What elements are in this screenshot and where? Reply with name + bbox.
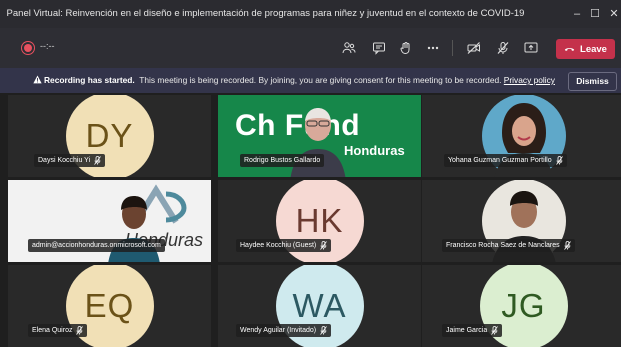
- share-screen-button[interactable]: [522, 39, 540, 57]
- toolbar-divider: [452, 40, 453, 56]
- participant-name: admin@accionhonduras.onmicrosoft.com: [32, 242, 161, 249]
- participant-name: Francisco Rocha Saez de Nanclares: [446, 242, 560, 249]
- share-icon: [524, 42, 538, 53]
- participant-name-tag: Haydee Kocchiu (Guest): [236, 239, 332, 252]
- participant-name-tag: Francisco Rocha Saez de Nanclares: [442, 239, 575, 252]
- close-window-button[interactable]: ✕: [600, 0, 621, 28]
- camera-off-icon: [467, 42, 480, 54]
- chat-icon: [373, 42, 385, 55]
- participant-name: Wendy Aguilar (Invitado): [240, 327, 317, 334]
- participant-name-tag: Wendy Aguilar (Invitado): [236, 324, 332, 337]
- participant-name: Jaime Garcia: [446, 327, 488, 334]
- mic-muted-icon: [320, 326, 327, 335]
- participant-name: Haydee Kocchiu (Guest): [240, 242, 317, 249]
- people-icon: [342, 42, 356, 54]
- warning-icon: [33, 75, 42, 84]
- meeting-toolbar: --:-- Leave: [0, 28, 621, 68]
- participant-tile[interactable]: HK Haydee Kocchiu (Guest): [218, 180, 421, 262]
- mic-toggle-button[interactable]: [494, 39, 512, 57]
- participant-tile[interactable]: Yohana Guzman Guzman Portillo: [422, 95, 621, 177]
- mic-muted-icon: [94, 156, 101, 165]
- recording-indicator-icon: [24, 44, 32, 52]
- hand-icon: [400, 42, 410, 55]
- more-icon: [427, 46, 439, 50]
- participant-tile[interactable]: JG Jaime Garcia: [422, 265, 621, 347]
- participant-name-tag: Elena Quiroz: [28, 324, 88, 337]
- participant-name-tag: Yohana Guzman Guzman Portillo: [444, 154, 567, 167]
- leave-label: Leave: [580, 43, 607, 55]
- mic-muted-icon: [320, 241, 328, 250]
- recording-banner: Recording has started. This meeting is b…: [0, 68, 621, 93]
- participant-tile[interactable]: DY Daysi Kocchiu Yi: [8, 95, 211, 177]
- banner-text: This meeting is being recorded. By joini…: [139, 75, 502, 85]
- video-background-logo-sub: Honduras: [344, 143, 405, 158]
- window-title: Panel Virtual: Reinvención en el diseño …: [6, 8, 525, 19]
- chat-button[interactable]: [370, 39, 388, 57]
- phone-hangup-icon: [564, 48, 575, 51]
- participant-tile[interactable]: WA Wendy Aguilar (Invitado): [218, 265, 421, 347]
- participant-tile[interactable]: Honduras admin@accionhonduras.onmicrosof…: [8, 180, 211, 262]
- participant-name-tag: Daysi Kocchiu Yi: [34, 154, 106, 167]
- camera-toggle-button[interactable]: [465, 39, 483, 57]
- participant-name: Rodrigo Bustos Gallardo: [244, 157, 321, 164]
- banner-message: Recording has started. This meeting is b…: [44, 68, 555, 93]
- meeting-timer: --:--: [40, 41, 55, 51]
- banner-bold-text: Recording has started.: [44, 75, 135, 85]
- participant-tile[interactable]: Ch Fund Honduras Rodrigo Bustos Gallardo: [218, 95, 421, 177]
- privacy-policy-link[interactable]: Privacy policy: [504, 75, 555, 85]
- mic-muted-icon: [76, 326, 84, 335]
- participant-name-tag: Jaime Garcia: [442, 324, 503, 337]
- participant-tile[interactable]: Francisco Rocha Saez de Nanclares: [422, 180, 621, 262]
- participant-name-tag: Rodrigo Bustos Gallardo: [240, 154, 325, 167]
- participant-name: Elena Quiroz: [32, 327, 73, 334]
- participant-name: Daysi Kocchiu Yi: [38, 157, 91, 164]
- leave-button[interactable]: Leave: [556, 39, 615, 59]
- title-bar: Panel Virtual: Reinvención en el diseño …: [0, 0, 621, 28]
- participant-name: Yohana Guzman Guzman Portillo: [448, 157, 552, 164]
- participant-grid: DY Daysi Kocchiu Yi Ch Fund Honduras Rod…: [0, 93, 621, 347]
- raise-hand-button[interactable]: [397, 39, 415, 57]
- mic-muted-icon: [563, 241, 571, 250]
- participant-name-tag: admin@accionhonduras.onmicrosoft.com: [28, 239, 165, 252]
- participants-button[interactable]: [340, 39, 358, 57]
- mic-muted-icon: [555, 156, 563, 165]
- mic-muted-icon: [491, 326, 499, 335]
- mic-off-icon: [497, 42, 509, 54]
- participant-tile[interactable]: EQ Elena Quiroz: [8, 265, 211, 347]
- dismiss-button[interactable]: Dismiss: [568, 72, 617, 91]
- more-actions-button[interactable]: [424, 39, 442, 57]
